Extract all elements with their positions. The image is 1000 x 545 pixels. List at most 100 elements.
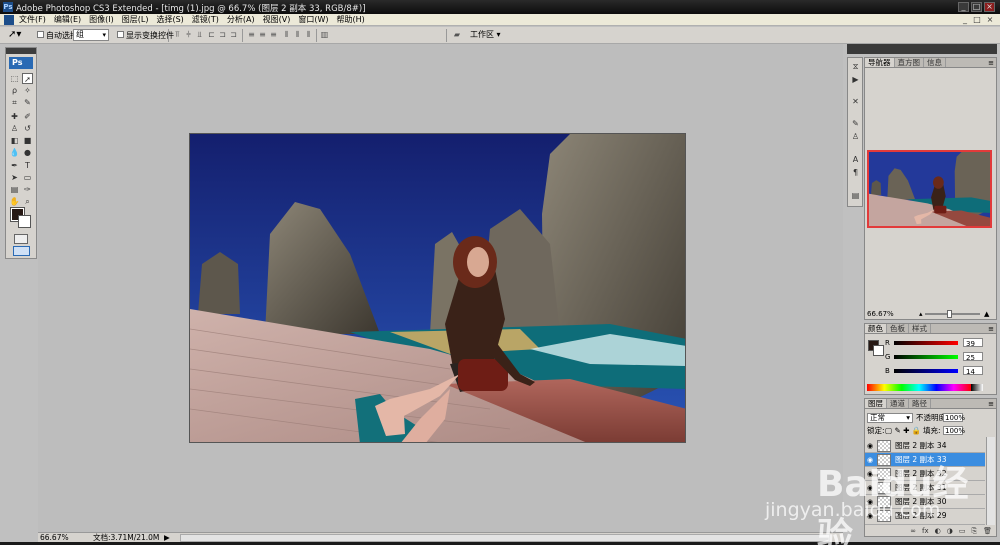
tool-presets-icon[interactable]: ✕ [850,96,861,107]
type-tool-icon[interactable]: T [22,160,33,171]
panel-menu-icon[interactable]: ≡ [988,399,994,409]
link-layers-icon[interactable]: ∞ [910,526,916,536]
ps-logo[interactable]: Ps [9,57,33,69]
layer-style-icon[interactable]: fx [922,526,929,536]
camera-icon[interactable]: ▰ [451,30,463,40]
eye-icon[interactable]: ◉ [867,470,873,478]
workspace-button[interactable]: 工作区 ▾ [470,29,501,41]
lock-icons[interactable]: ▢ ✎ ✚ 🔒 [885,426,921,436]
layer-row[interactable]: ◉ 图层 2 副本 29 [865,509,985,525]
layer-row[interactable]: ◉ 图层 2 副本 34 [865,439,985,453]
auto-select-checkbox[interactable] [37,31,44,38]
tab-info[interactable]: 信息 [924,58,946,67]
marquee-tool-icon[interactable]: ⬚ [9,73,20,84]
pen-tool-icon[interactable]: ✒ [9,160,20,171]
layer-row[interactable]: ◉ 图层 2 副本 31 [865,481,985,495]
notes-tool-icon[interactable]: ▤ [9,184,20,195]
trash-icon[interactable]: 🗑 [983,526,992,536]
navigator-thumbnail[interactable] [867,150,992,228]
doc-minimize-button[interactable]: _ [960,15,970,24]
eraser-tool-icon[interactable]: ◧ [9,135,20,146]
move-tool-preset-icon[interactable]: ➚▾ [8,29,28,41]
close-button[interactable]: × [984,2,995,12]
distribute-top-icon[interactable]: ≡ [247,30,256,40]
new-layer-icon[interactable]: ⎘ [972,526,978,536]
align-right-icon[interactable]: ⊐ [229,30,238,40]
tab-histogram[interactable]: 直方图 [895,58,924,67]
tab-paths[interactable]: 路径 [909,399,931,408]
channel-g-slider[interactable] [894,355,958,359]
show-transform-checkbox[interactable] [117,31,124,38]
color-spectrum[interactable] [867,384,971,391]
menu-filter[interactable]: 滤镜(T) [192,15,219,25]
align-left-icon[interactable]: ⊏ [207,30,216,40]
fill-value[interactable]: 100% [943,426,965,435]
maximize-button[interactable]: □ [971,2,982,12]
menu-file[interactable]: 文件(F) [19,15,46,25]
layer-comps-icon[interactable]: ▤ [850,190,861,201]
doc-restore-button[interactable]: □ [972,15,982,24]
align-hcenter-icon[interactable]: ⊐ [218,30,227,40]
navigator-zoom-value[interactable]: 66.67% [867,310,894,318]
layer-row-selected[interactable]: ◉ 图层 2 副本 33 [865,453,985,467]
color-background-swatch[interactable] [873,345,884,356]
eye-icon[interactable]: ◉ [867,484,873,492]
channel-r-slider[interactable] [894,341,958,345]
distribute-hcenter-icon[interactable]: ⦀ [293,30,302,40]
distribute-vcenter-icon[interactable]: ≡ [258,30,267,40]
layer-row[interactable]: ◉ 图层 2 副本 32 [865,467,985,481]
hand-tool-icon[interactable]: ✋ [9,196,20,207]
brush-tool-icon[interactable]: ✐ [22,111,33,122]
align-bottom-icon[interactable]: ⫫ [195,30,204,40]
paragraph-icon[interactable]: ¶ [850,167,861,178]
minimize-button[interactable]: _ [958,2,969,12]
menu-image[interactable]: 图像(I) [89,15,114,25]
channel-g-value[interactable]: 25 [963,352,983,362]
menu-window[interactable]: 窗口(W) [298,15,328,25]
panel-menu-icon[interactable]: ≡ [988,324,994,334]
layers-scrollbar[interactable] [986,437,995,525]
opacity-value[interactable]: 100% [943,413,965,422]
actions-icon[interactable]: ▶ [850,74,861,85]
slice-tool-icon[interactable]: ✎ [22,97,33,108]
distribute-left-icon[interactable]: ⦀ [282,30,291,40]
panel-grip[interactable] [6,48,36,54]
gradient-tool-icon[interactable]: ■ [22,135,33,146]
panel-menu-icon[interactable]: ≡ [988,58,994,68]
menu-analysis[interactable]: 分析(A) [227,15,255,25]
auto-align-icon[interactable]: ▥ [320,30,329,40]
menu-edit[interactable]: 编辑(E) [54,15,81,25]
auto-select-dropdown[interactable]: 组 ▾ [73,29,109,41]
history-icon[interactable]: ⧖ [850,61,861,72]
blur-tool-icon[interactable]: 💧 [9,147,20,158]
eye-icon[interactable]: ◉ [867,456,873,464]
dodge-tool-icon[interactable]: ● [22,147,33,158]
tab-navigator[interactable]: 导航器 [865,58,895,67]
lasso-tool-icon[interactable]: ρ [9,85,20,96]
quick-mask-button[interactable] [14,234,28,244]
clone-stamp-icon[interactable]: ♙ [9,123,20,134]
align-vcenter-icon[interactable]: ⫩ [184,30,193,40]
adjustment-layer-icon[interactable]: ◑ [947,526,953,536]
brushes-icon[interactable]: ✎ [850,118,861,129]
menu-layer[interactable]: 图层(L) [122,15,149,25]
shape-tool-icon[interactable]: ▭ [22,172,33,183]
character-icon[interactable]: A [850,154,861,165]
eye-icon[interactable]: ◉ [867,498,873,506]
zoom-in-icon[interactable]: ▲ [984,310,989,318]
move-tool-icon[interactable]: ➚ [22,73,33,84]
screen-mode-button[interactable] [13,246,30,256]
zoom-slider[interactable] [925,313,980,315]
tab-channels[interactable]: 通道 [887,399,909,408]
tab-color[interactable]: 颜色 [865,324,887,333]
image-canvas[interactable] [189,133,686,443]
channel-r-value[interactable]: 39 [963,338,983,348]
document-icon[interactable] [4,15,14,25]
blend-mode-dropdown[interactable]: 正常 ▾ [867,413,913,423]
eye-icon[interactable]: ◉ [867,512,873,520]
tab-styles[interactable]: 样式 [909,324,931,333]
menu-help[interactable]: 帮助(H) [337,15,365,25]
magic-wand-icon[interactable]: ✧ [22,85,33,96]
path-selection-icon[interactable]: ➤ [9,172,20,183]
eyedropper-icon[interactable]: ✑ [22,184,33,195]
